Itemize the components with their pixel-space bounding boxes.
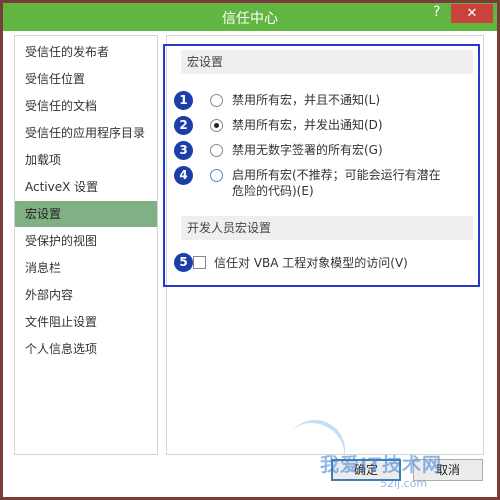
step-badge-2: 2 [174, 116, 193, 135]
radio-label: 禁用所有宏，并且不通知(L) [232, 93, 381, 107]
radio-label: 禁用所有宏，并发出通知(D) [232, 118, 383, 132]
radio-button-selected[interactable] [210, 119, 223, 132]
watermark-text: 我爱IT技术网 [320, 454, 443, 476]
step-badge-3: 3 [174, 141, 193, 160]
sidebar-item-add-ins[interactable]: 加载项 [15, 147, 157, 173]
vba-trust-label: 信任对 VBA 工程对象模型的访问(V) [214, 256, 408, 270]
annotation-highlight-box [163, 44, 480, 287]
radio-button[interactable] [210, 94, 223, 107]
sidebar-item-message-bar[interactable]: 消息栏 [15, 255, 157, 281]
step-badge-4: 4 [174, 166, 193, 185]
step-badge-1: 1 [174, 91, 193, 110]
sidebar-item-trusted-publishers[interactable]: 受信任的发布者 [15, 39, 157, 65]
sidebar-item-macro-settings[interactable]: 宏设置 [15, 201, 157, 227]
close-button[interactable]: ✕ [451, 4, 493, 23]
sidebar-item-external-content[interactable]: 外部内容 [15, 282, 157, 308]
help-icon[interactable]: ? [433, 4, 447, 24]
watermark-subtext: 52ij.com [380, 477, 428, 490]
developer-settings-heading: 开发人员宏设置 [181, 216, 473, 240]
window-title: 信任中心 [222, 11, 278, 27]
step-badge-5: 5 [174, 253, 193, 272]
radio-button[interactable] [210, 169, 223, 182]
title-bar[interactable]: 信任中心 ? ✕ [3, 3, 497, 31]
sidebar-item-trusted-documents[interactable]: 受信任的文档 [15, 93, 157, 119]
radio-label: 启用所有宏(不推荐；可能会运行有潜在危险的代码)(E) [232, 168, 441, 198]
sidebar-nav: 受信任的发布者 受信任位置 受信任的文档 受信任的应用程序目录 加载项 Acti… [14, 35, 158, 455]
sidebar-item-privacy-options[interactable]: 个人信息选项 [15, 336, 157, 362]
sidebar-item-file-block-settings[interactable]: 文件阻止设置 [15, 309, 157, 335]
radio-label: 禁用无数字签署的所有宏(G) [232, 143, 383, 157]
radio-button[interactable] [210, 144, 223, 157]
sidebar-item-activex-settings[interactable]: ActiveX 设置 [15, 174, 157, 200]
vba-trust-checkbox[interactable] [193, 256, 206, 269]
macro-settings-heading: 宏设置 [181, 50, 473, 74]
sidebar-item-trusted-locations[interactable]: 受信任位置 [15, 66, 157, 92]
sidebar-item-protected-view[interactable]: 受保护的视图 [15, 228, 157, 254]
sidebar-item-trusted-app-catalogs[interactable]: 受信任的应用程序目录 [15, 120, 157, 146]
